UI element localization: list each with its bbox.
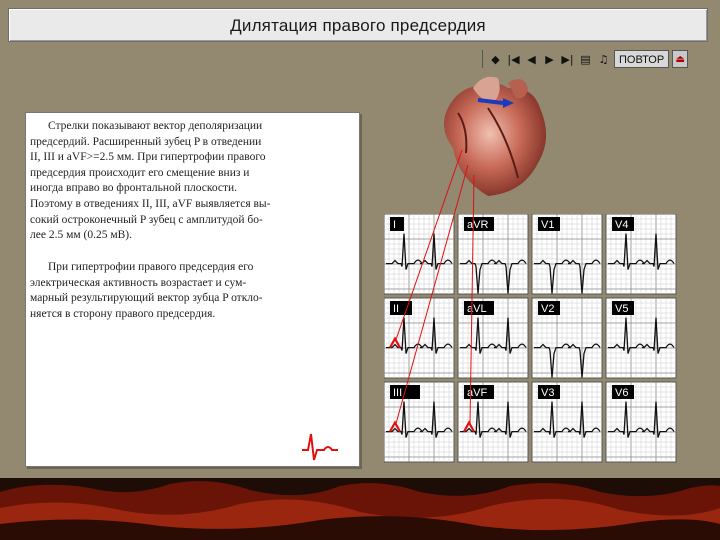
help-icon[interactable]: ◆	[488, 50, 503, 68]
lead-label: V2	[541, 303, 554, 315]
lead-label: V3	[541, 387, 554, 399]
sound-icon[interactable]: ♫	[596, 50, 611, 68]
lead-label: aVF	[467, 387, 487, 399]
lead-label: V1	[541, 219, 554, 231]
ecg-lead-iii: III	[384, 381, 455, 463]
ecg-lead-v4: V4	[605, 214, 677, 295]
first-icon[interactable]: |◀	[506, 50, 521, 68]
paragraph-vector: Стрелки показывают вектор деполяризации …	[30, 119, 330, 244]
lead-label: II	[393, 303, 399, 315]
lead-label: V5	[615, 303, 628, 315]
text-line: лее 2.5 мм (0.25 мВ).	[30, 229, 132, 242]
page-title: Дилятация правого предсердия	[230, 16, 486, 35]
last-icon[interactable]: ▶|	[560, 50, 575, 68]
contents-icon[interactable]: ▤	[578, 50, 593, 68]
ecg-lead-i: I	[384, 214, 455, 295]
ecg-lead-v6: V6	[605, 381, 677, 463]
description-panel: Стрелки показывают вектор деполяризации …	[25, 112, 360, 467]
ecg-lead-v2: V2	[531, 297, 603, 379]
ecg-lead-v1: V1	[531, 214, 603, 295]
text-line: предсердия происходит его смещение вниз …	[30, 166, 250, 179]
p-wave-sample-icon	[302, 433, 338, 461]
text-line: II, III и aVF>=2.5 мм. При гипертрофии п…	[30, 151, 266, 164]
text-line: сокий остроконечный P зубец с амплитудой…	[30, 213, 263, 226]
ecg-lead-avl: aVL	[457, 297, 529, 379]
next-icon[interactable]: ▶	[542, 50, 557, 68]
exit-icon[interactable]: ⏏	[672, 50, 689, 68]
ecg-lead-v5: V5	[605, 297, 677, 379]
ecg-lead-avr: aVR	[457, 214, 529, 295]
lead-label: V4	[615, 219, 628, 231]
text-line: электрическая активность возрастает и су…	[30, 276, 247, 289]
text-line: При гипертрофии правого предсердия его	[48, 261, 254, 273]
repeat-button[interactable]: ПОВТОР	[614, 50, 670, 68]
lead-label: aVR	[467, 219, 488, 231]
ecg-grid: IaVR V1 V4 II aVL V2 V5 III aVF V3 V6	[384, 214, 677, 463]
decorative-footer	[0, 478, 720, 540]
lead-label: III	[393, 387, 402, 399]
text-line: марный результирующий вектор зубца P отк…	[30, 292, 263, 305]
lead-label: V6	[615, 387, 628, 399]
text-line: иногда вправо во фронтальной плоскости.	[30, 182, 238, 195]
paragraph-hypertrophy: При гипертрофии правого предсердия его э…	[30, 260, 330, 322]
toolbar-separator	[482, 50, 483, 68]
navigation-toolbar: ◆ |◀ ◀ ▶ ▶| ▤ ♫ ПОВТОР ⏏	[480, 48, 689, 70]
lead-label: I	[393, 219, 396, 231]
title-bar: Дилятация правого предсердия	[8, 8, 708, 42]
ecg-lead-v3: V3	[531, 381, 603, 463]
text-line: няется в сторону правого предсердия.	[30, 307, 216, 320]
lead-label: aVL	[467, 303, 487, 315]
text-line: Поэтому в отведениях II, III, aVF выявля…	[30, 197, 271, 210]
text-line: Стрелки показывают вектор деполяризации	[48, 120, 263, 132]
heart-illustration	[444, 76, 547, 196]
ecg-lead-avf: aVF	[457, 381, 529, 463]
ecg-lead-ii: II	[384, 297, 455, 379]
prev-icon[interactable]: ◀	[524, 50, 539, 68]
text-line: предсердий. Расширенный зубец P в отведе…	[30, 135, 262, 148]
